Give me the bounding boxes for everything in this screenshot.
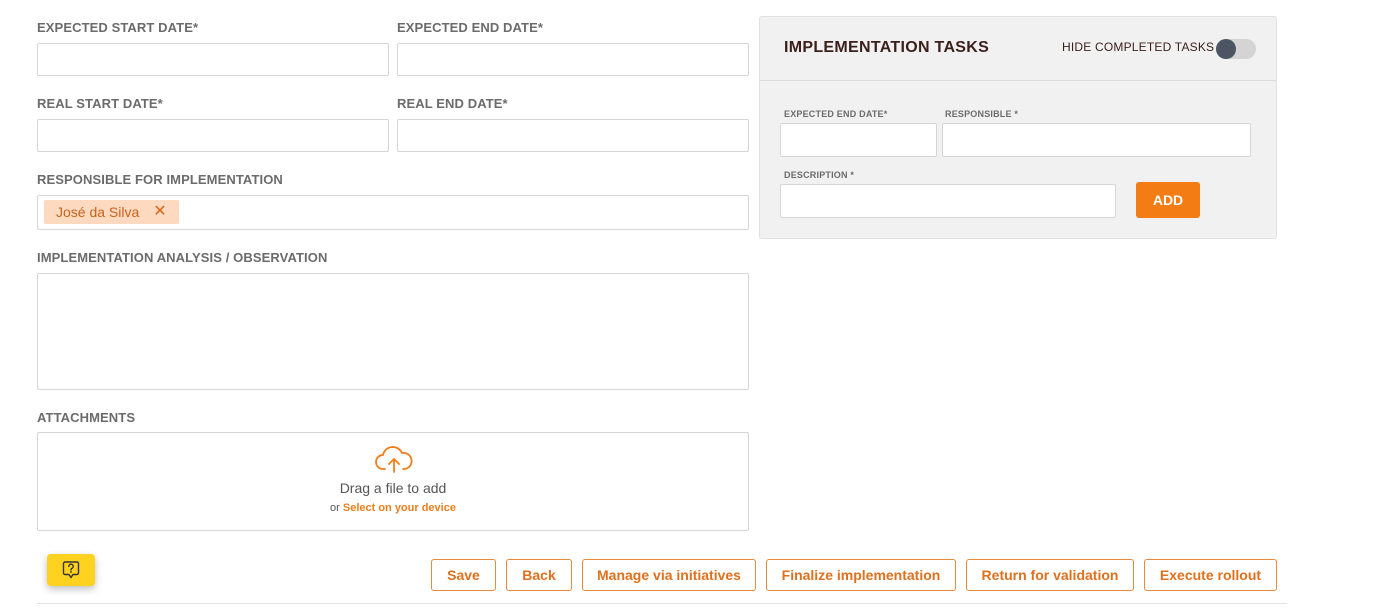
or-text: or — [330, 502, 340, 514]
select-line: or Select on your device — [38, 502, 748, 514]
expected-end-date-label: EXPECTED END DATE* — [397, 20, 544, 35]
close-icon[interactable]: ✕ — [153, 204, 166, 220]
task-responsible-label: RESPONSIBLE * — [945, 109, 1019, 119]
cloud-upload-icon — [375, 446, 413, 473]
analysis-label: IMPLEMENTATION ANALYSIS / OBSERVATION — [37, 250, 328, 265]
finalize-implementation-button[interactable]: Finalize implementation — [766, 559, 956, 591]
attachments-label: ATTACHMENTS — [37, 410, 136, 425]
footer-divider — [37, 603, 1287, 604]
help-icon — [62, 561, 80, 579]
manage-initiatives-button[interactable]: Manage via initiatives — [582, 559, 756, 591]
panel-header: IMPLEMENTATION TASKS HIDE COMPLETED TASK… — [760, 17, 1276, 81]
add-task-button[interactable]: ADD — [1136, 182, 1200, 218]
task-description-label: DESCRIPTION * — [784, 170, 855, 180]
return-for-validation-button[interactable]: Return for validation — [966, 559, 1134, 591]
task-expected-end-label: EXPECTED END DATE* — [784, 109, 888, 119]
responsible-chip-label: José da Silva — [56, 204, 140, 220]
real-end-date-label: REAL END DATE* — [397, 96, 508, 111]
back-button[interactable]: Back — [506, 559, 572, 591]
execute-rollout-button[interactable]: Execute rollout — [1144, 559, 1277, 591]
expected-end-date-input[interactable] — [397, 43, 749, 76]
hide-completed-label: HIDE COMPLETED TASKS — [1062, 40, 1215, 54]
panel-title: IMPLEMENTATION TASKS — [784, 39, 990, 56]
analysis-textarea[interactable] — [37, 273, 749, 390]
task-responsible-input[interactable] — [942, 123, 1251, 157]
real-start-date-input[interactable] — [37, 119, 389, 152]
select-on-device-link[interactable]: Select on your device — [343, 502, 456, 514]
real-end-date-input[interactable] — [397, 119, 749, 152]
expected-start-date-input[interactable] — [37, 43, 389, 76]
real-start-date-label: REAL START DATE* — [37, 96, 163, 111]
hide-completed-toggle[interactable] — [1216, 39, 1256, 59]
responsible-chip: José da Silva ✕ — [44, 200, 179, 224]
attachments-dropzone[interactable]: Drag a file to add or Select on your dev… — [37, 432, 749, 531]
implementation-tasks-panel: IMPLEMENTATION TASKS HIDE COMPLETED TASK… — [759, 16, 1277, 239]
drag-text: Drag a file to add — [339, 480, 447, 496]
save-button[interactable]: Save — [431, 559, 496, 591]
responsible-input[interactable]: José da Silva ✕ — [37, 195, 749, 230]
help-button[interactable] — [47, 554, 95, 586]
task-description-input[interactable] — [780, 184, 1116, 218]
toggle-knob — [1216, 39, 1236, 59]
responsible-label: RESPONSIBLE FOR IMPLEMENTATION — [37, 172, 283, 187]
task-expected-end-input[interactable] — [780, 123, 937, 157]
expected-start-date-label: EXPECTED START DATE* — [37, 20, 199, 35]
